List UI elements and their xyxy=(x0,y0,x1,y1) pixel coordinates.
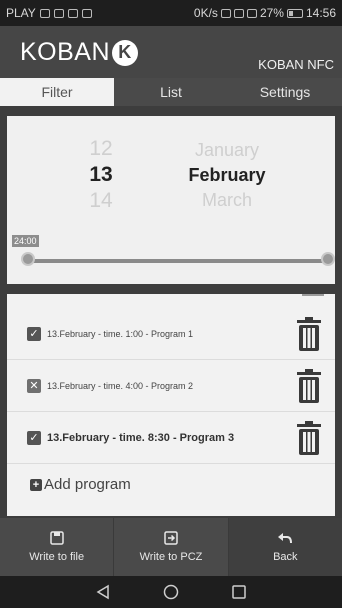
battery-percent: 27% xyxy=(259,6,284,20)
checkbox-checked-icon[interactable]: ✓ xyxy=(27,326,41,341)
write-to-file-label: Write to file xyxy=(29,551,85,563)
system-nav-bar xyxy=(0,576,342,608)
alarm-icon xyxy=(233,8,244,18)
nav-recents-icon[interactable] xyxy=(231,584,247,600)
month-wheel-picker[interactable]: January February March xyxy=(167,138,287,213)
program-list: ✓ 13.February - time. 1:00 - Program 1 ✕… xyxy=(7,294,335,516)
status-carrier: PLAY xyxy=(6,6,36,20)
nav-home-icon[interactable] xyxy=(163,584,179,600)
time-range-label: 24:00 xyxy=(12,235,39,247)
message-icon xyxy=(39,8,50,18)
program-text: 13.February - time. 4:00 - Program 2 xyxy=(47,380,194,391)
status-time: 14:56 xyxy=(305,6,336,20)
nav-back-icon[interactable] xyxy=(95,584,111,600)
checkbox-checked-icon[interactable]: ✓ xyxy=(27,430,41,445)
write-to-pcz-button[interactable]: Write to PCZ xyxy=(113,518,227,576)
battery-icon xyxy=(286,8,303,18)
status-bar: PLAY 0K/s 27% 14:56 xyxy=(0,0,342,26)
checkbox-crossed-icon[interactable]: ✕ xyxy=(27,378,41,393)
trash-icon[interactable] xyxy=(295,316,323,352)
slider-handle-end[interactable] xyxy=(321,252,335,266)
back-label: Back xyxy=(273,551,298,563)
video-icon xyxy=(53,8,64,18)
month-option[interactable]: March xyxy=(167,188,287,213)
program-text: 13.February - time. 8:30 - Program 3 xyxy=(47,431,235,444)
koban-logo: KOBAN K xyxy=(20,38,139,67)
logo-mark-icon: K xyxy=(112,39,139,66)
back-button[interactable]: Back xyxy=(227,518,342,576)
write-to-pcz-label: Write to PCZ xyxy=(139,551,203,563)
tab-bar: Filter List Settings xyxy=(0,78,342,106)
list-item[interactable]: ✕ 13.February - time. 4:00 - Program 2 xyxy=(7,360,335,412)
drag-handle[interactable] xyxy=(302,294,324,296)
app-bar: KOBAN K KOBAN NFC xyxy=(0,26,342,78)
tab-settings[interactable]: Settings xyxy=(228,78,342,106)
month-option[interactable]: January xyxy=(167,138,287,163)
facebook-icon xyxy=(67,8,78,18)
signal-icon xyxy=(246,8,257,18)
nfc-icon xyxy=(220,8,231,18)
plus-icon: + xyxy=(30,478,42,491)
list-item[interactable]: ✓ 13.February - time. 8:30 - Program 3 xyxy=(7,412,335,464)
logo-text: KOBAN xyxy=(20,38,111,66)
write-to-file-button[interactable]: Write to file xyxy=(0,518,113,576)
tab-filter[interactable]: Filter xyxy=(0,78,114,106)
app-title: KOBAN NFC xyxy=(258,57,334,72)
save-icon xyxy=(49,531,64,545)
back-arrow-icon xyxy=(278,533,293,544)
network-speed: 0K/s xyxy=(193,6,218,20)
time-range-slider[interactable] xyxy=(22,259,330,263)
tab-list[interactable]: List xyxy=(114,78,228,106)
day-option[interactable]: 12 xyxy=(69,136,133,162)
export-icon xyxy=(164,531,178,545)
program-text: 13.February - time. 1:00 - Program 1 xyxy=(47,328,194,339)
bottom-action-bar: Write to file Write to PCZ Back xyxy=(0,518,342,576)
list-item[interactable]: ✓ 13.February - time. 1:00 - Program 1 xyxy=(7,308,335,360)
month-option-selected[interactable]: February xyxy=(167,163,287,188)
day-option-selected[interactable]: 13 xyxy=(69,162,133,188)
add-program-button[interactable]: + Add program xyxy=(30,476,131,493)
day-option[interactable]: 14 xyxy=(69,188,133,214)
day-wheel-picker[interactable]: 12 13 14 xyxy=(69,136,133,214)
trash-icon[interactable] xyxy=(295,420,323,456)
slider-handle-start[interactable] xyxy=(21,252,35,266)
add-program-label: Add program xyxy=(44,476,131,493)
trash-icon[interactable] xyxy=(295,368,323,404)
gallery-icon xyxy=(81,8,92,18)
